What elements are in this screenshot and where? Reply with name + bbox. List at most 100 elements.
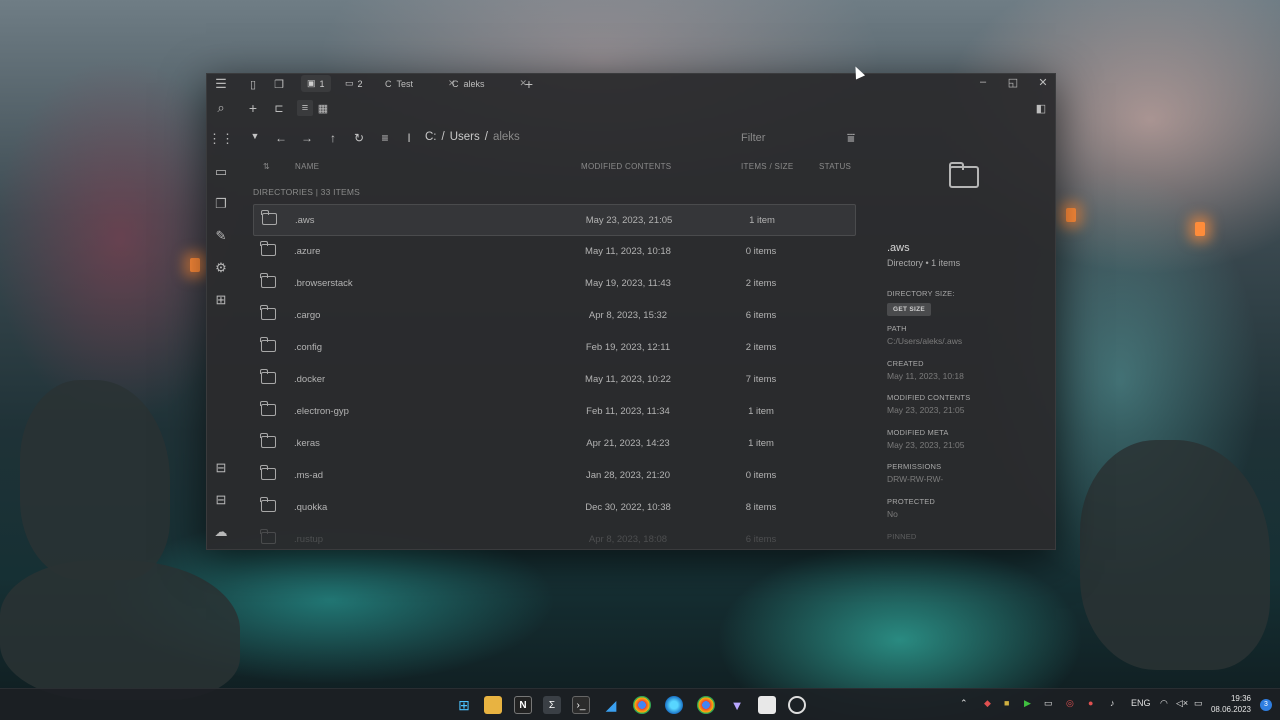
table-row[interactable]: .config Feb 19, 2023, 12:11 2 items [253, 332, 856, 364]
tab-aleks[interactable]: C aleks ✕ [452, 75, 527, 92]
taskbar: ⊞ N Σ ›_ ◢ ▼ ⌃ ◆ ■ ▶ ▭ ◎ ● ♪ ENG ◠ ◁× ▭ … [0, 688, 1280, 720]
add-button[interactable]: + [245, 100, 261, 116]
notification-badge[interactable]: 3 [1260, 699, 1272, 711]
column-name[interactable]: NAME [295, 162, 319, 171]
details-subtitle: Directory • 1 items [887, 258, 961, 268]
row-items: 8 items [745, 502, 777, 513]
edge-icon[interactable] [665, 696, 683, 714]
refresh-icon[interactable]: ↻ [351, 131, 367, 145]
table-row[interactable]: .ms-ad Jan 28, 2023, 21:20 0 items [253, 460, 856, 492]
drive-icon[interactable]: ⊟ [211, 458, 231, 478]
row-name: .rustup [294, 534, 324, 545]
table-row[interactable]: .rustup Apr 8, 2023, 18:08 6 items [253, 524, 856, 549]
workspace-icon: ▭ [345, 78, 354, 88]
vscode-icon[interactable]: ◢ [602, 696, 620, 714]
cloud-icon[interactable]: ☁ [211, 522, 231, 542]
created-label: CREATED [887, 359, 924, 368]
row-items: 6 items [745, 534, 777, 545]
get-size-button[interactable]: GET SIZE [887, 303, 932, 316]
table-row[interactable]: .azure May 11, 2023, 10:18 0 items [253, 236, 856, 268]
wifi-icon[interactable]: ◠ [1160, 698, 1168, 709]
close-window-icon[interactable]: ✕ [1035, 76, 1051, 89]
bookmarks-icon[interactable]: ❐ [211, 194, 231, 214]
list-view-icon[interactable]: ≡ [297, 100, 313, 116]
vpn-app-icon[interactable]: ▼ [728, 696, 746, 714]
breadcrumb-separator: / [484, 131, 488, 143]
clock[interactable]: 19:36 08.06.2023 [1211, 693, 1251, 715]
chrome-icon[interactable] [633, 696, 651, 714]
play-icon[interactable]: ▶ [1024, 698, 1031, 709]
tab-test[interactable]: C Test ✕ [385, 75, 456, 92]
table-row[interactable]: .keras Apr 21, 2023, 14:23 1 item [253, 428, 856, 460]
workspace-tab-label: 2 [357, 78, 363, 89]
drive-icon[interactable]: ⊟ [211, 490, 231, 510]
breadcrumb[interactable]: C: / Users / aleks [425, 131, 520, 143]
column-status[interactable]: STATUS [819, 162, 851, 171]
table-row[interactable]: .browserstack May 19, 2023, 11:43 2 item… [253, 268, 856, 300]
copy-icon[interactable]: ❐ [271, 76, 287, 92]
column-items-size[interactable]: ITEMS / SIZE [741, 162, 794, 171]
tree-view-icon[interactable]: ⊏ [271, 100, 287, 116]
language-indicator[interactable]: ENG [1131, 698, 1151, 708]
tray-app-icon[interactable]: ◆ [984, 698, 991, 709]
file-manager-app-icon[interactable]: Σ [543, 696, 561, 714]
edit-icon[interactable]: ✎ [211, 226, 231, 246]
workspace-tab-1[interactable]: ▣ 1 [301, 75, 331, 92]
table-row[interactable]: .cargo Apr 8, 2023, 15:32 6 items [253, 300, 856, 332]
tray-app-icon[interactable]: ▭ [1044, 698, 1053, 709]
breadcrumb-item[interactable]: aleks [493, 131, 520, 143]
clock-time: 19:36 [1230, 694, 1251, 703]
sort-icon[interactable]: ⇅ [263, 162, 270, 171]
table-row[interactable]: .electron-gyp Feb 11, 2023, 11:34 1 item [253, 396, 856, 428]
row-name: .azure [294, 246, 321, 257]
maximize-icon[interactable]: ◱ [1005, 76, 1021, 89]
breadcrumb-item[interactable]: C: [425, 131, 437, 143]
row-modified: May 11, 2023, 10:22 [585, 374, 671, 385]
column-modified[interactable]: MODIFIED CONTENTS [581, 162, 671, 171]
minimize-icon[interactable]: – [975, 76, 991, 88]
folder-icon[interactable]: ▭ [211, 162, 231, 182]
modified-meta-value: May 23, 2023, 21:05 [887, 440, 965, 450]
table-row[interactable]: .aws May 23, 2023, 21:05 1 item [253, 204, 856, 236]
volume-icon[interactable]: ◁× [1176, 698, 1188, 709]
battery-icon[interactable]: ▭ [1194, 698, 1203, 709]
tray-app-icon[interactable]: ■ [1004, 698, 1009, 708]
filter-input[interactable]: Filter [741, 132, 765, 144]
apps-grid-icon[interactable]: ⋮⋮ [208, 129, 234, 149]
up-icon[interactable]: ↑ [325, 131, 341, 145]
notion-icon[interactable]: N [514, 696, 532, 714]
table-row[interactable]: .quokka Dec 30, 2022, 10:38 8 items [253, 492, 856, 524]
filter-icon[interactable]: ⩸ [847, 130, 855, 146]
book-icon[interactable]: ▯ [245, 76, 261, 92]
workspace-tab-2[interactable]: ▭ 2 [339, 75, 369, 92]
chevron-down-icon[interactable]: ▼ [247, 131, 263, 141]
store-icon[interactable] [758, 696, 776, 714]
breadcrumb-item[interactable]: Users [450, 131, 480, 143]
text-cursor-icon[interactable]: I [401, 131, 417, 145]
back-icon[interactable]: ← [273, 131, 289, 145]
wallpaper-lantern [190, 258, 200, 272]
modified-contents-label: MODIFIED CONTENTS [887, 393, 971, 402]
terminal-icon[interactable]: ›_ [572, 696, 590, 714]
align-icon[interactable]: ≡ [377, 131, 393, 145]
windows-start-icon[interactable]: ⊞ [455, 696, 473, 714]
forward-icon[interactable]: → [299, 131, 315, 145]
chrome-profile-icon[interactable] [697, 696, 715, 714]
file-explorer-icon[interactable] [484, 696, 502, 714]
extensions-icon[interactable]: ⊞ [211, 290, 231, 310]
search-icon[interactable]: ⌕ [211, 98, 231, 118]
chevron-up-icon[interactable]: ⌃ [960, 698, 968, 709]
modified-meta-label: MODIFIED META [887, 428, 949, 437]
obs-icon[interactable] [788, 696, 806, 714]
tray-app-icon[interactable]: ● [1088, 698, 1093, 708]
toggle-panel-icon[interactable]: ◧ [1033, 100, 1049, 116]
microphone-icon[interactable]: ♪ [1110, 698, 1115, 708]
new-tab-button[interactable]: + [521, 76, 537, 92]
left-rail: ☰ ⌕ ⋮⋮ ▭ ❐ ✎ ⚙ ⊞ ⊟ ⊟ ☁ [207, 74, 235, 549]
grid-view-icon[interactable]: ▦ [315, 100, 331, 116]
tray-app-icon[interactable]: ◎ [1066, 698, 1074, 709]
menu-icon[interactable]: ☰ [211, 74, 231, 94]
table-row[interactable]: .docker May 11, 2023, 10:22 7 items [253, 364, 856, 396]
settings-icon[interactable]: ⚙ [211, 258, 231, 278]
details-title: .aws [887, 242, 910, 254]
